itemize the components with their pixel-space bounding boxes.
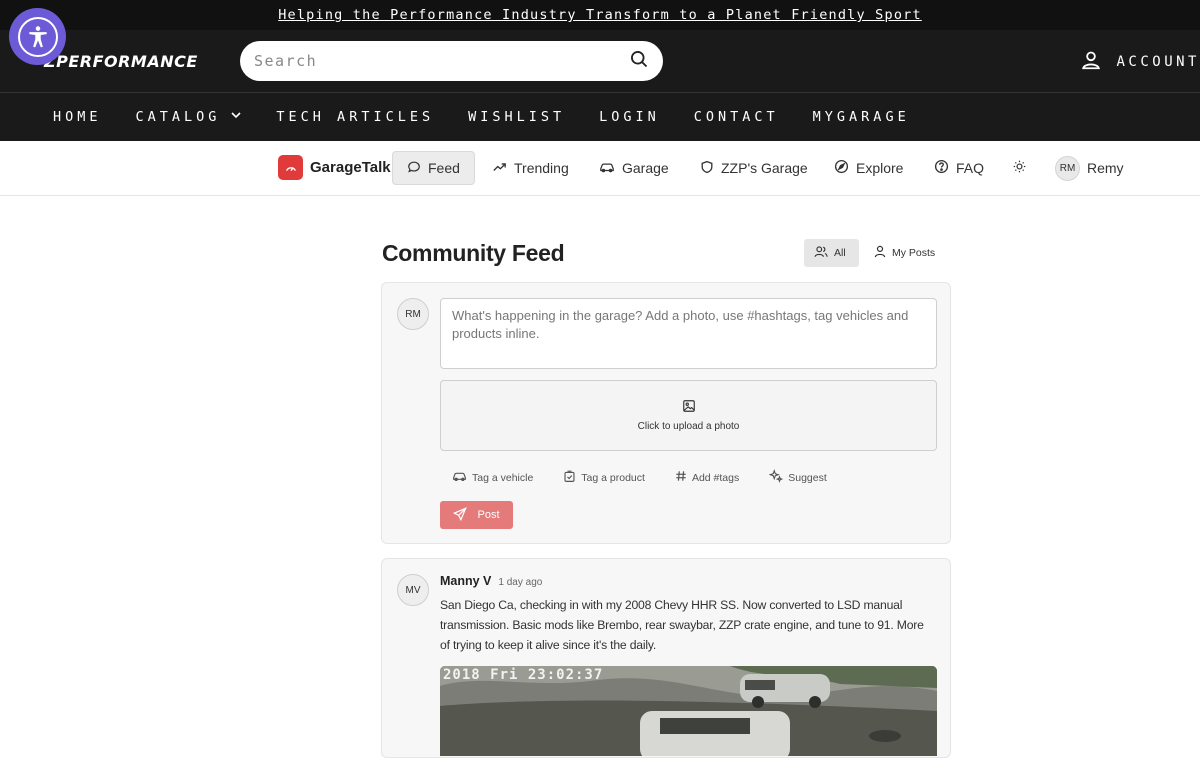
help-circle-icon xyxy=(934,159,949,177)
add-tags-button[interactable]: Add #tags xyxy=(675,469,739,486)
tab-faq[interactable]: FAQ xyxy=(920,151,998,185)
post-composer-input[interactable]: What's happening in the garage? Add a ph… xyxy=(440,298,937,369)
camera-timestamp: 2018 Fri 23:02:37 xyxy=(443,667,604,683)
accessibility-button[interactable] xyxy=(9,8,66,65)
user-icon xyxy=(1080,49,1102,75)
post-header: Manny V 1 day ago xyxy=(440,574,542,588)
accessibility-icon xyxy=(17,16,58,57)
tab-feed-label: Feed xyxy=(428,160,460,176)
filter-all[interactable]: All xyxy=(804,239,859,267)
garagetalk-bar: GarageTalk Feed Trending Garage ZZP's Ga… xyxy=(0,141,1200,196)
main-nav: HOME CATALOG TECH ARTICLES WISHLIST LOGI… xyxy=(0,92,1200,141)
tab-faq-label: FAQ xyxy=(956,160,985,176)
sparkle-icon xyxy=(768,469,784,486)
filter-my-posts-label: My Posts xyxy=(892,247,936,259)
trending-icon xyxy=(492,160,507,177)
user-menu[interactable]: RM Remy xyxy=(1041,151,1138,185)
tab-zzps-garage-label: ZZP's Garage xyxy=(721,160,808,176)
user-icon xyxy=(874,245,886,261)
chevron-down-icon xyxy=(230,109,242,125)
avatar[interactable]: MV xyxy=(397,574,429,606)
tab-zzps-garage[interactable]: ZZP's Garage xyxy=(686,151,822,185)
photo-upload-area[interactable]: Click to upload a photo xyxy=(440,380,937,451)
tab-explore-label: Explore xyxy=(856,160,904,176)
filter-my-posts[interactable]: My Posts xyxy=(864,239,945,267)
composer-tools: Tag a vehicle Tag a product Add #tags Su… xyxy=(452,469,827,486)
send-icon xyxy=(453,506,468,524)
site-header: ZPERFORMANCE ACCOUNT xyxy=(0,30,1200,92)
post-timestamp: 1 day ago xyxy=(498,577,543,588)
theme-toggle-button[interactable] xyxy=(998,151,1041,185)
tab-feed[interactable]: Feed xyxy=(392,151,475,185)
nav-wishlist[interactable]: WISHLIST xyxy=(468,109,565,125)
tag-vehicle-label: Tag a vehicle xyxy=(472,471,534,484)
upload-label: Click to upload a photo xyxy=(637,421,740,432)
post-button[interactable]: Post xyxy=(440,501,513,529)
search-bar[interactable] xyxy=(240,41,663,81)
tab-garage[interactable]: Garage xyxy=(585,151,683,185)
page-title: Community Feed xyxy=(382,240,565,266)
tag-vehicle-button[interactable]: Tag a vehicle xyxy=(452,469,533,486)
suggest-button[interactable]: Suggest xyxy=(768,469,827,486)
tag-product-button[interactable]: Tag a product xyxy=(563,469,645,486)
chat-bubble-icon xyxy=(407,160,421,177)
garagetalk-logo-icon xyxy=(278,155,303,180)
post-image[interactable]: 2018 Fri 23:02:37 xyxy=(440,666,937,756)
add-tags-label: Add #tags xyxy=(691,471,740,484)
avatar: RM xyxy=(397,298,429,330)
user-name: Remy xyxy=(1087,160,1124,176)
filter-all-label: All xyxy=(834,247,846,259)
compass-icon xyxy=(834,159,849,177)
composer-card: RM What's happening in the garage? Add a… xyxy=(381,282,951,544)
hash-icon xyxy=(675,470,687,485)
nav-mygarage[interactable]: MYGARAGE xyxy=(813,109,910,125)
post-button-label: Post xyxy=(477,509,500,521)
garagetalk-brand[interactable]: GarageTalk xyxy=(278,155,391,180)
feed-post-card: MV Manny V 1 day ago San Diego Ca, check… xyxy=(381,558,951,758)
avatar: RM xyxy=(1055,155,1080,181)
nav-contact[interactable]: CONTACT xyxy=(694,109,779,125)
tab-garage-label: Garage xyxy=(622,160,669,176)
nav-login[interactable]: LOGIN xyxy=(599,109,660,125)
nav-catalog[interactable]: CATALOG xyxy=(136,109,243,125)
tab-explore[interactable]: Explore xyxy=(820,151,917,185)
image-icon xyxy=(682,399,696,416)
announcement-bar: Helping the Performance Industry Transfo… xyxy=(0,0,1200,30)
post-author[interactable]: Manny V xyxy=(440,574,491,588)
account-label: ACCOUNT xyxy=(1116,54,1200,70)
suggest-label: Suggest xyxy=(788,471,827,484)
nav-tech-articles[interactable]: TECH ARTICLES xyxy=(276,109,434,125)
shield-icon xyxy=(700,160,714,177)
tab-trending[interactable]: Trending xyxy=(478,151,583,185)
account-link[interactable]: ACCOUNT xyxy=(1080,49,1200,75)
car-icon xyxy=(599,160,615,177)
sun-icon xyxy=(1012,159,1027,177)
site-logo[interactable]: ZPERFORMANCE xyxy=(44,52,198,71)
search-input[interactable] xyxy=(254,52,629,70)
garagetalk-name: GarageTalk xyxy=(310,159,391,176)
tag-icon xyxy=(563,470,576,486)
car-icon xyxy=(452,470,467,485)
tab-trending-label: Trending xyxy=(514,160,569,176)
users-icon xyxy=(814,245,828,261)
announcement-link[interactable]: Helping the Performance Industry Transfo… xyxy=(278,7,922,23)
search-icon[interactable] xyxy=(629,49,649,73)
tag-product-label: Tag a product xyxy=(581,471,645,484)
post-body: San Diego Ca, checking in with my 2008 C… xyxy=(440,598,924,652)
nav-home[interactable]: HOME xyxy=(53,109,102,125)
nav-catalog-label: CATALOG xyxy=(135,109,221,125)
